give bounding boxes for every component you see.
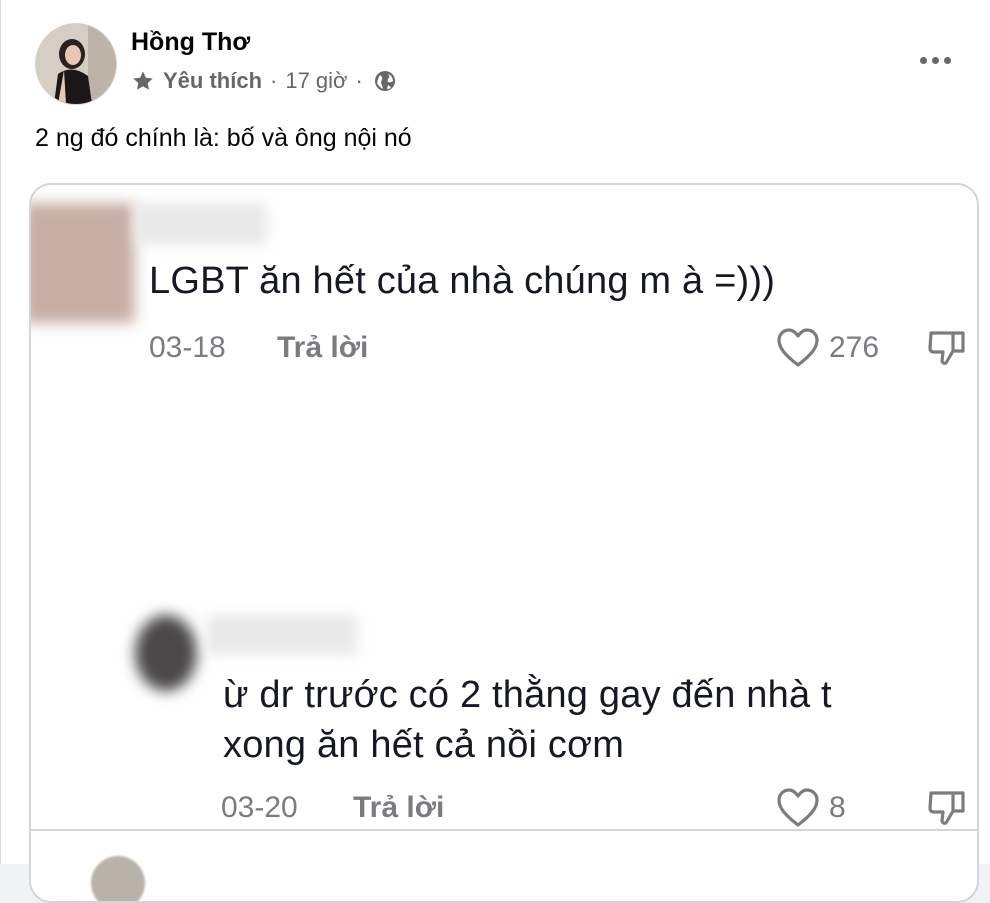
meta-separator-2: · — [355, 68, 363, 93]
comment-2-reply-button[interactable]: Trả lời — [353, 791, 444, 825]
section-divider — [31, 829, 977, 831]
more-options-button[interactable] — [913, 44, 957, 76]
comment-2-username-blurred — [207, 615, 357, 655]
meta-separator: · — [270, 68, 278, 93]
comment-2-avatar-blurred — [135, 615, 197, 691]
author-avatar[interactable] — [35, 23, 117, 105]
post-meta: Yêu thích · 17 giờ · — [131, 66, 397, 96]
next-item-avatar — [91, 856, 145, 901]
heart-icon[interactable] — [775, 327, 821, 369]
comment-1-like-count: 276 — [829, 331, 880, 364]
thumbs-down-icon-2[interactable] — [927, 787, 967, 829]
comment-2-date: 03-20 — [221, 791, 298, 824]
author-name[interactable]: Hồng Thơ — [131, 28, 250, 57]
comment-1-reply-button[interactable]: Trả lời — [277, 331, 368, 365]
post-caption: 2 ng đó chính là: bố và ông nội nó — [35, 124, 412, 152]
comment-1-date: 03-18 — [149, 331, 226, 364]
comment-1-avatar-blurred — [31, 203, 135, 323]
comment-1-text: LGBT ăn hết của nhà chúng m à =))) — [149, 260, 776, 302]
more-horizontal-icon — [919, 56, 927, 64]
comment-2-text-line-2: xong ăn hết cả nồi cơm — [223, 724, 625, 766]
star-icon — [133, 71, 153, 90]
thumbs-down-icon[interactable] — [927, 327, 967, 369]
comment-1-username-blurred — [135, 203, 267, 245]
favorite-label[interactable]: Yêu thích — [163, 68, 262, 94]
comment-2-text-line-1: ừ dr trước có 2 thằng gay đến nhà t — [223, 674, 832, 716]
comment-2-like-count: 8 — [829, 791, 846, 824]
post-time[interactable]: 17 giờ — [285, 68, 347, 94]
shared-screenshot[interactable]: LGBT ăn hết của nhà chúng m à =))) 03-18… — [29, 183, 979, 903]
globe-icon[interactable] — [373, 69, 397, 93]
heart-icon-2[interactable] — [775, 787, 821, 829]
facebook-post: Hồng Thơ Yêu thích · 17 giờ · 2 ng đó ch… — [0, 0, 990, 903]
